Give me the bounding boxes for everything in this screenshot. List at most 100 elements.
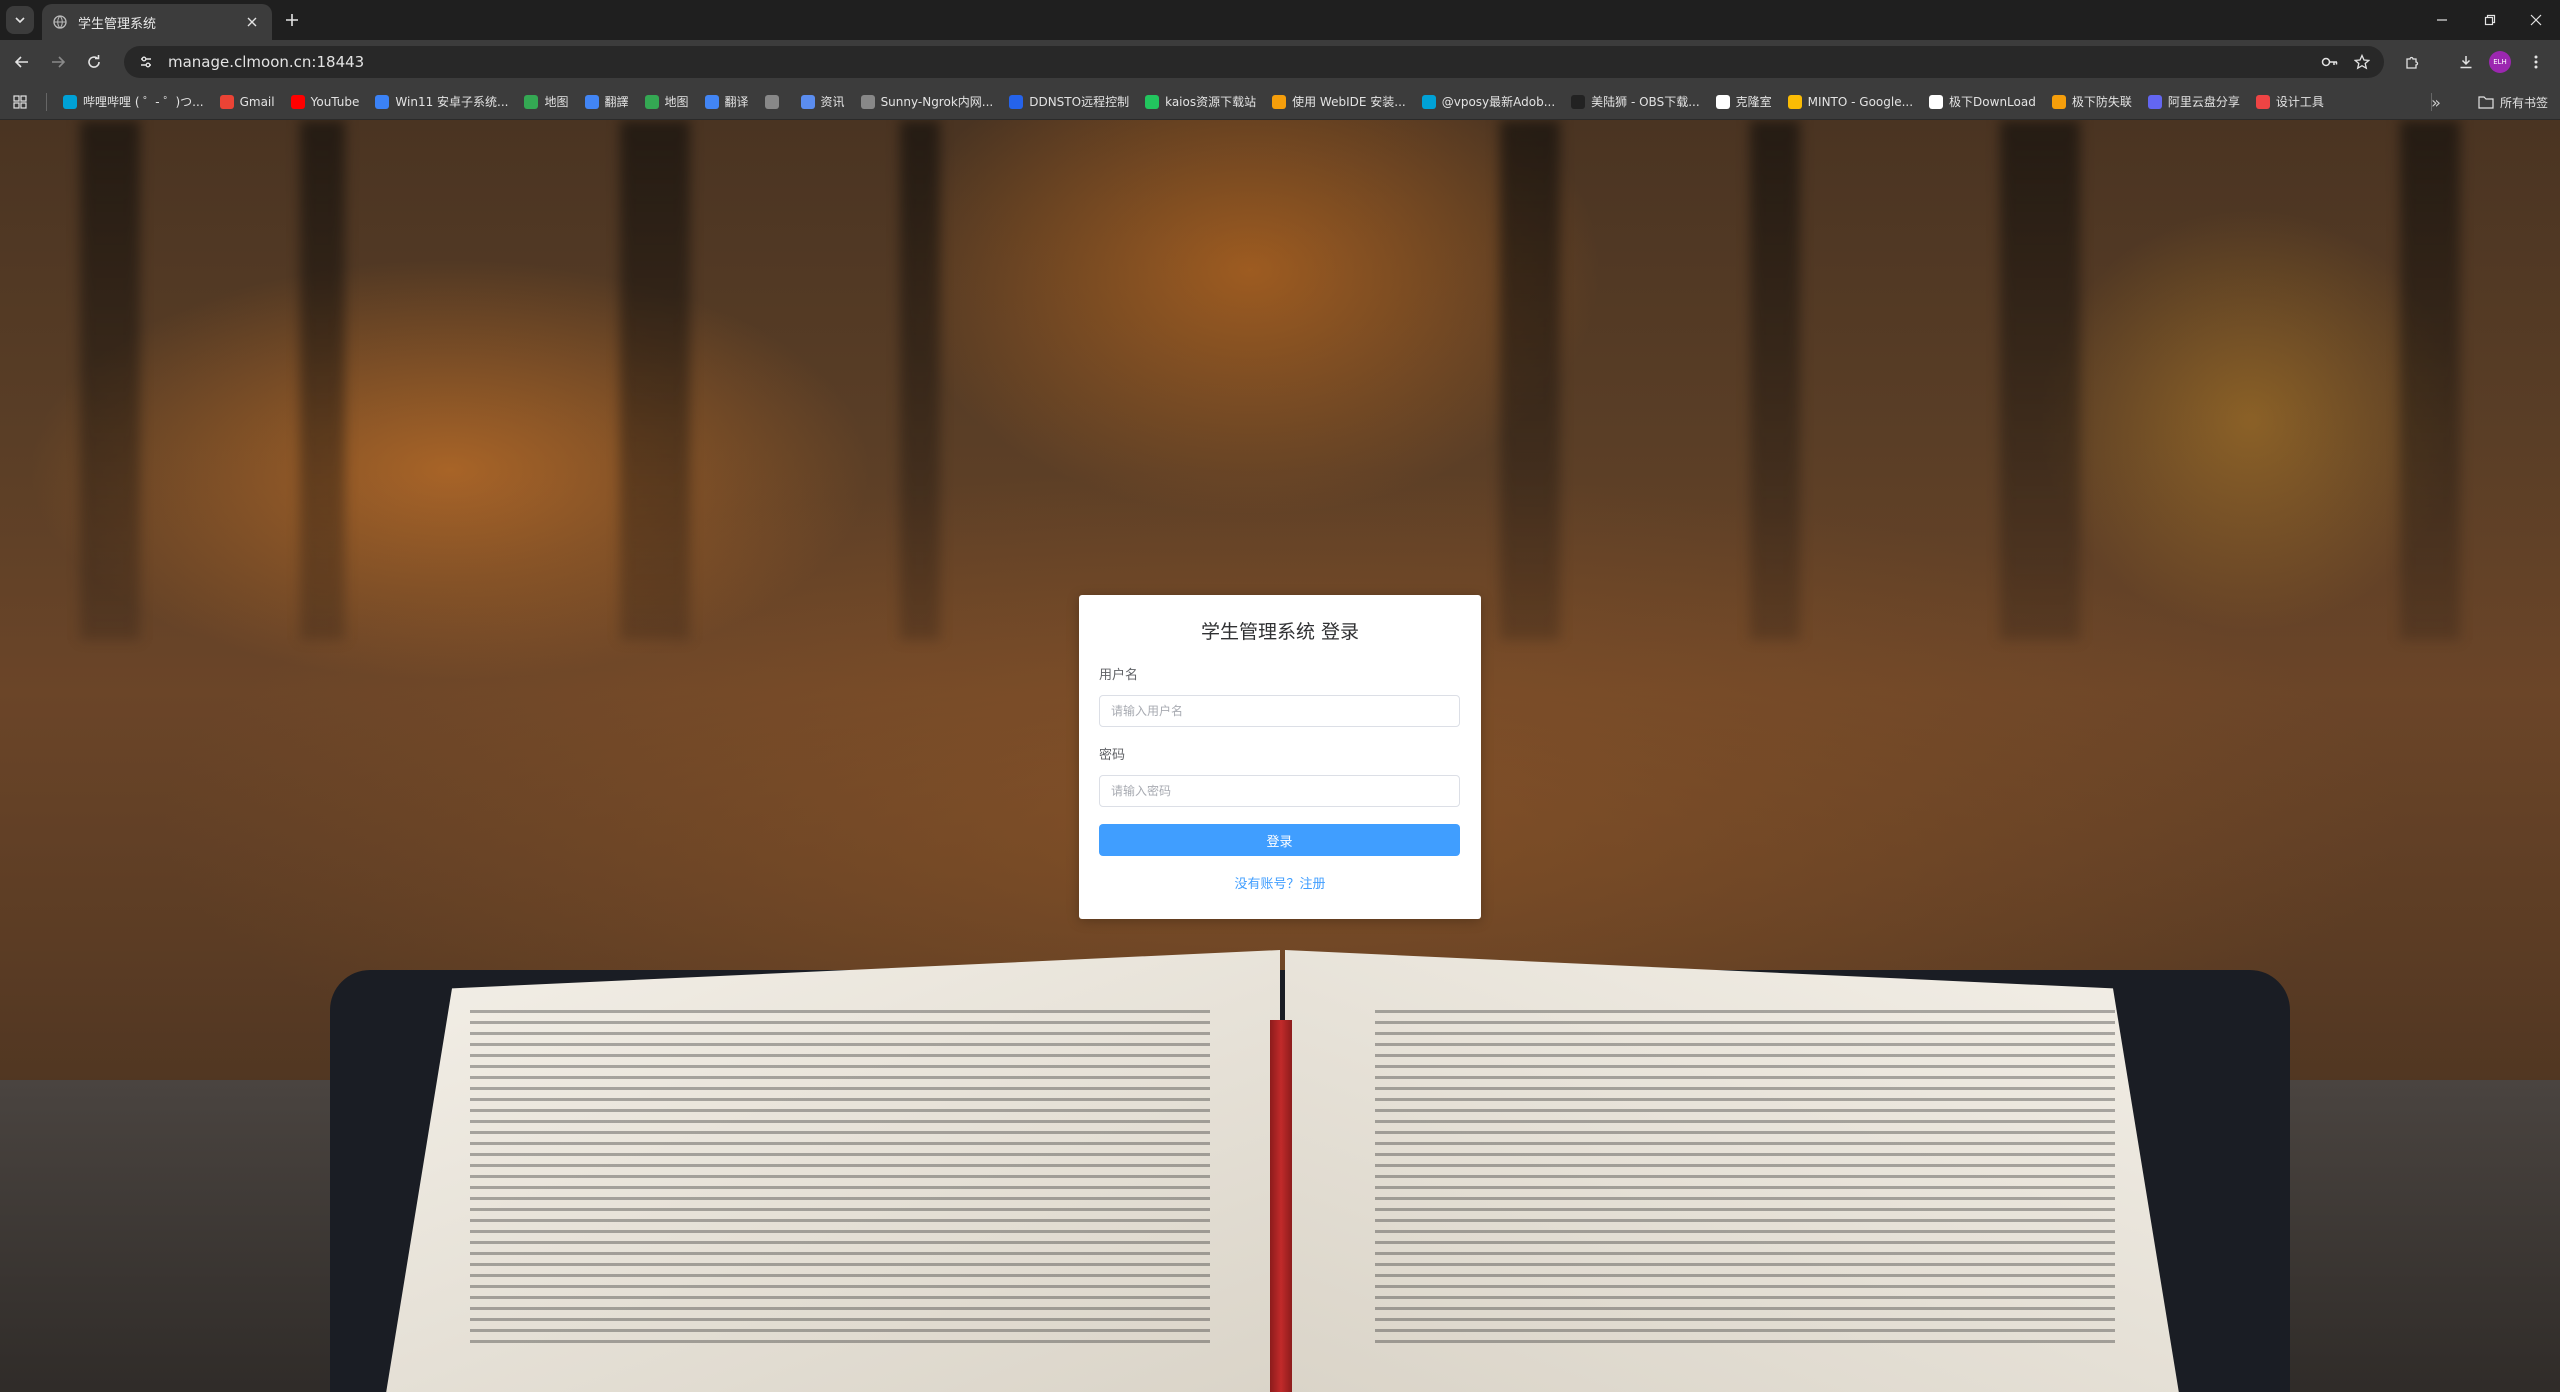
active-tab[interactable]: 学生管理系统	[42, 4, 272, 40]
arrow-left-icon	[14, 56, 28, 68]
bookmark-item[interactable]: 极下DownLoad	[1921, 88, 2044, 116]
aliyun-icon	[2147, 94, 2162, 109]
bookmark-label: 阿里云盘分享	[2167, 95, 2240, 109]
avatar: ELH	[2489, 51, 2511, 73]
all-bookmarks-label: 所有书签	[2499, 95, 2548, 110]
tab-search-button[interactable]	[6, 6, 34, 34]
bookmark-item[interactable]: 阿里云盘分享	[2140, 88, 2248, 116]
restore-icon	[2484, 14, 2496, 26]
bookmark-label: YouTube	[310, 94, 360, 109]
bookmark-item[interactable]: 使用 WebIDE 安装...	[1264, 88, 1414, 116]
bookmark-item[interactable]: @vposy最新Adob...	[1414, 88, 1563, 116]
downloads-button[interactable]	[2452, 48, 2480, 76]
drive-icon	[1787, 94, 1802, 109]
ddnsto-icon	[1009, 94, 1024, 109]
bookmark-label: MINTO - Google...	[1807, 94, 1914, 109]
bookmark-item[interactable]: 极下防失联	[2044, 88, 2140, 116]
bookmark-item[interactable]: kaios资源下载站	[1137, 88, 1264, 116]
forward-button[interactable]	[44, 48, 72, 76]
password-key-button[interactable]	[2314, 46, 2346, 78]
puzzle-icon	[2406, 56, 2419, 69]
bookmark-item[interactable]	[757, 88, 793, 116]
bookmark-label: 极下防失联	[2071, 95, 2132, 109]
bookmark-item[interactable]: Gmail	[212, 88, 283, 116]
new-tab-button[interactable]	[280, 8, 304, 32]
login-button[interactable]: 登录	[1099, 824, 1460, 856]
bookmark-label: 克隆室	[1735, 95, 1772, 109]
news-icon	[800, 94, 815, 109]
bookmark-label: 使用 WebIDE 安装...	[1292, 95, 1406, 109]
webide-icon	[1272, 94, 1287, 109]
download-site-icon	[1929, 94, 1944, 109]
plus-icon	[286, 14, 298, 26]
bookmark-item[interactable]: 设计工具	[2248, 88, 2332, 116]
tab-close-button[interactable]	[242, 12, 262, 32]
globe-icon	[860, 94, 875, 109]
extensions-button[interactable]	[2398, 48, 2426, 76]
download-icon	[2460, 56, 2472, 69]
bookmark-label: 翻譯	[604, 95, 629, 109]
bookmark-label: Win11 安卓子系统...	[395, 95, 509, 109]
address-bar[interactable]: manage.clmoon.cn:18443	[124, 46, 2384, 78]
bookmark-item[interactable]: 克隆室	[1708, 88, 1780, 116]
login-title: 学生管理系统 登录	[1200, 621, 1360, 643]
bookmark-item[interactable]: 哔哩哔哩 ( ゜- ゜)つ...	[55, 88, 212, 116]
minimize-icon	[2437, 19, 2447, 21]
bookmark-item[interactable]: 翻譯	[577, 88, 637, 116]
bookmark-label: 翻译	[724, 95, 749, 109]
site-info-icon[interactable]	[134, 50, 158, 74]
bookmark-label: DDNSTO远程控制	[1029, 95, 1130, 109]
reload-icon	[88, 55, 100, 68]
bolt-icon	[2051, 94, 2066, 109]
password-label: 密码	[1099, 748, 1126, 763]
bookmark-item[interactable]: 美陆狮 - OBS下载...	[1563, 88, 1708, 116]
background-tree	[620, 120, 690, 640]
background-tree	[80, 120, 140, 640]
bookmark-item[interactable]: 翻译	[697, 88, 757, 116]
book-ribbon	[1270, 1020, 1292, 1392]
all-bookmarks-button[interactable]: 所有书签	[2478, 88, 2548, 116]
back-button[interactable]	[8, 48, 36, 76]
password-input[interactable]	[1099, 775, 1460, 807]
minimize-button[interactable]	[2420, 0, 2464, 40]
bookmark-item[interactable]: 资讯	[793, 88, 853, 116]
bookmarks-overflow-button[interactable]: »	[2422, 88, 2450, 116]
design-icon	[2255, 94, 2270, 109]
translate-icon	[584, 94, 599, 109]
close-icon	[2530, 14, 2542, 26]
restore-button[interactable]	[2468, 0, 2512, 40]
win11-icon	[375, 94, 390, 109]
maps-icon	[644, 94, 659, 109]
close-icon	[247, 17, 257, 27]
bookmark-item[interactable]: YouTube	[283, 88, 368, 116]
background-tree	[2400, 120, 2460, 640]
bookmark-label: 资讯	[820, 95, 845, 109]
bookmarks-list: 哔哩哔哩 ( ゜- ゜)つ... Gmail YouTube Win11 安卓子系统.…	[55, 88, 2332, 116]
bookmark-label: @vposy最新Adob...	[1441, 95, 1556, 109]
browser-toolbar: manage.clmoon.cn:18443 ELH	[0, 40, 2560, 84]
bookmark-item[interactable]: MINTO - Google...	[1780, 88, 1921, 116]
close-window-button[interactable]	[2514, 0, 2558, 40]
bookmark-star-button[interactable]	[2346, 46, 2378, 78]
book-page-right	[1285, 950, 2185, 1392]
bookmark-item[interactable]: Win11 安卓子系统...	[367, 88, 516, 116]
bookmark-label: Gmail	[239, 94, 275, 109]
reload-button[interactable]	[80, 48, 108, 76]
globe-icon	[52, 14, 68, 30]
menu-button[interactable]	[2522, 48, 2550, 76]
register-link[interactable]: 没有账号？注册	[1079, 873, 1481, 892]
kaios-icon	[1145, 94, 1160, 109]
username-label: 用户名	[1099, 668, 1139, 683]
bookmark-item[interactable]: Sunny-Ngrok内网...	[853, 88, 1002, 116]
bookmark-item[interactable]: 地图	[637, 88, 697, 116]
username-input[interactable]	[1099, 695, 1460, 727]
bookmark-label: 设计工具	[2275, 95, 2324, 109]
profile-button[interactable]: ELH	[2486, 48, 2514, 76]
bookmark-label: 极下DownLoad	[1949, 95, 2036, 109]
bookmark-item[interactable]: 地图	[516, 88, 576, 116]
bookmark-label: 地图	[544, 95, 569, 109]
apps-button[interactable]	[8, 90, 32, 114]
tab-title: 学生管理系统	[78, 16, 157, 32]
bookmark-item[interactable]: DDNSTO远程控制	[1001, 88, 1137, 116]
bookmarks-bar: 哔哩哔哩 ( ゜- ゜)つ... Gmail YouTube Win11 安卓子系统.…	[0, 84, 2560, 120]
